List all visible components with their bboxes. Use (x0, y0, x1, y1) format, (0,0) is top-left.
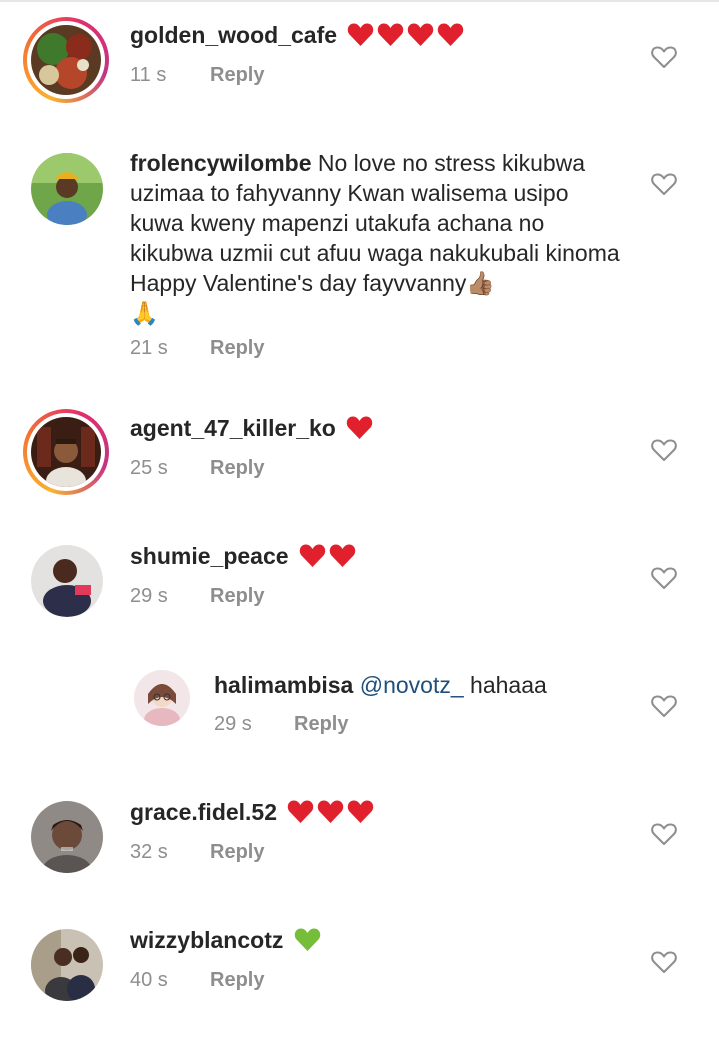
red-heart-emoji (377, 22, 404, 47)
comment-time: 11 s (130, 64, 167, 86)
username[interactable]: frolencywilombe (130, 150, 311, 176)
reply-button[interactable]: Reply (210, 337, 264, 359)
like-heart-icon[interactable] (651, 694, 677, 718)
pray-emoji: 🙏 (130, 300, 159, 326)
red-heart-emoji (299, 543, 326, 568)
username[interactable]: shumie_peace (130, 543, 289, 569)
avatar[interactable] (31, 153, 103, 225)
emoji-hearts (347, 22, 467, 48)
like-heart-icon[interactable] (651, 566, 677, 590)
avatar[interactable] (31, 545, 103, 617)
red-heart-emoji (407, 22, 434, 47)
emoji-hearts (294, 927, 324, 953)
comment-time: 29 s (214, 713, 252, 735)
like-heart-icon[interactable] (651, 822, 677, 846)
avatar[interactable] (31, 801, 103, 873)
username[interactable]: agent_47_killer_ko (130, 415, 336, 441)
username[interactable]: grace.fidel.52 (130, 799, 277, 825)
avatar[interactable] (134, 670, 190, 726)
comment-time: 21 s (130, 337, 168, 359)
reply-button[interactable]: Reply (210, 457, 264, 479)
comment-text: hahaaa (463, 672, 547, 698)
top-divider (0, 0, 719, 2)
emoji-hearts (346, 415, 376, 441)
like-heart-icon[interactable] (651, 438, 677, 462)
red-heart-emoji (317, 799, 344, 824)
red-heart-emoji (437, 22, 464, 47)
green-heart-emoji (294, 927, 321, 952)
reply-button[interactable]: Reply (210, 969, 264, 991)
comment-time: 32 s (130, 841, 168, 863)
username[interactable]: wizzyblancotz (130, 927, 283, 953)
avatar[interactable] (23, 409, 109, 495)
like-heart-icon[interactable] (651, 950, 677, 974)
avatar[interactable] (23, 17, 109, 103)
comment-time: 29 s (130, 585, 168, 607)
avatar[interactable] (31, 929, 103, 1001)
like-heart-icon[interactable] (651, 45, 677, 69)
comment-time: 25 s (130, 457, 168, 479)
red-heart-emoji (346, 415, 373, 440)
username[interactable]: halimambisa (214, 672, 353, 698)
red-heart-emoji (347, 22, 374, 47)
reply-button[interactable]: Reply (210, 585, 264, 607)
red-heart-emoji (347, 799, 374, 824)
reply-button[interactable]: Reply (294, 713, 348, 735)
red-heart-emoji (329, 543, 356, 568)
mention-link[interactable]: @novotz_ (360, 672, 464, 698)
username[interactable]: golden_wood_cafe (130, 22, 337, 48)
emoji-hearts (299, 543, 359, 569)
reply-button[interactable]: Reply (210, 64, 264, 86)
emoji-hearts (287, 799, 377, 825)
like-heart-icon[interactable] (651, 172, 677, 196)
comment-time: 40 s (130, 969, 168, 991)
reply-button[interactable]: Reply (210, 841, 264, 863)
red-heart-emoji (287, 799, 314, 824)
